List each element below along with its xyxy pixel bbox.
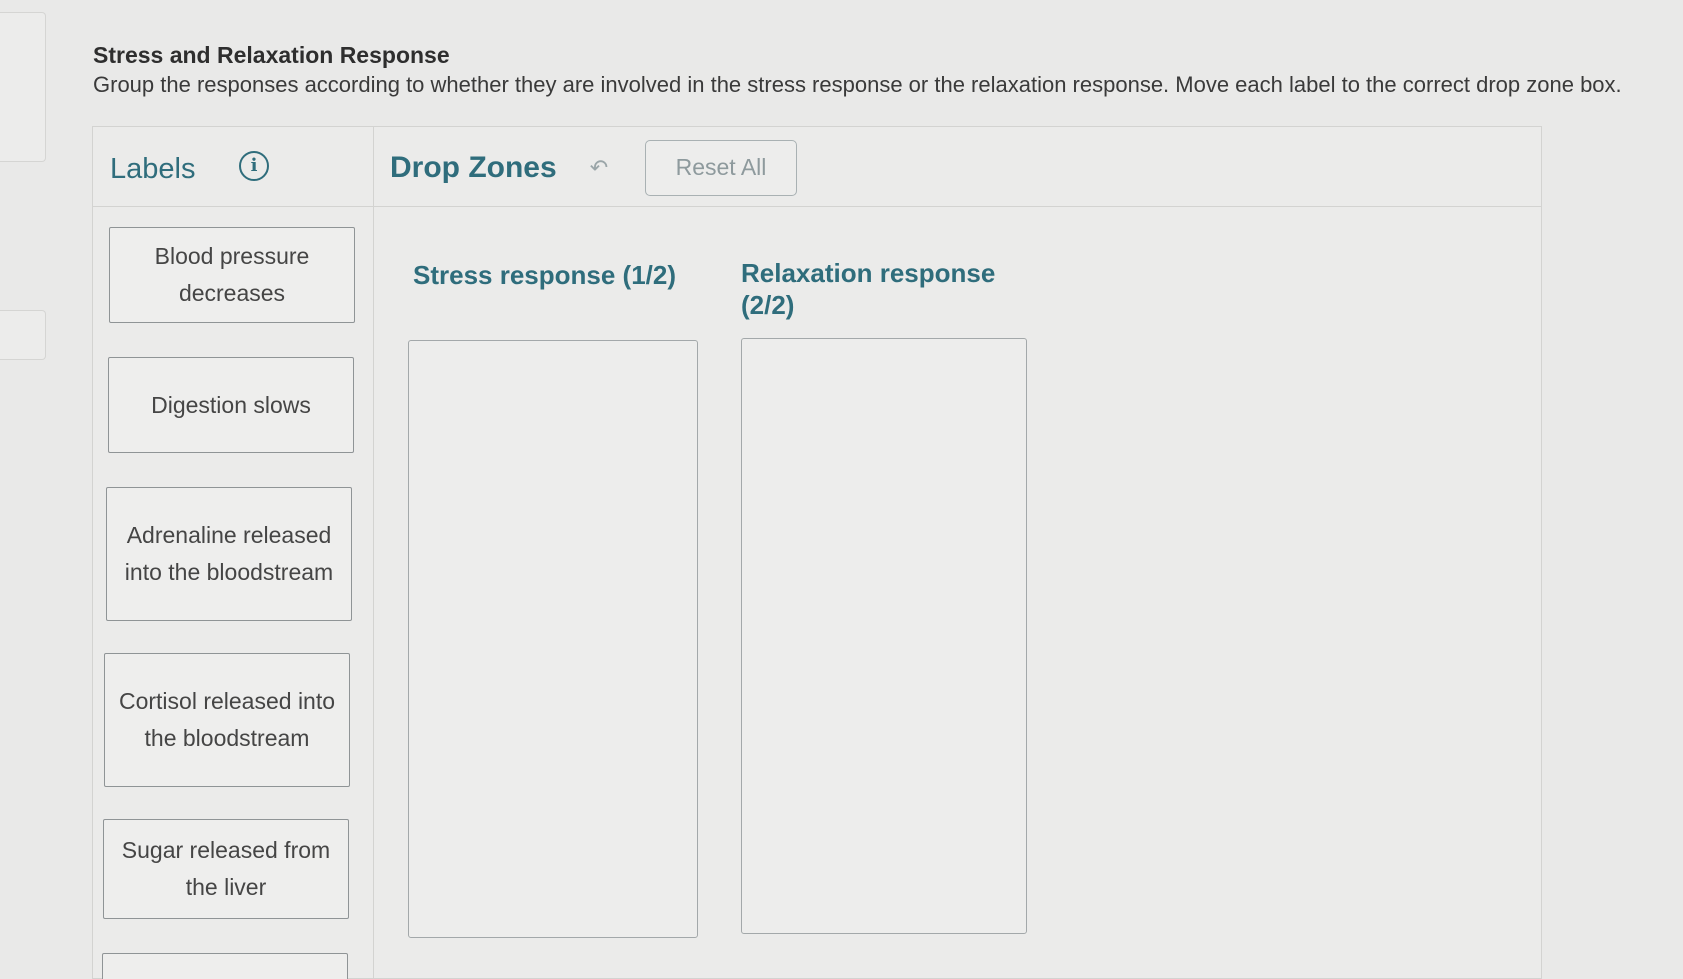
labels-heading: Labels — [110, 153, 196, 185]
question-title: Stress and Relaxation Response — [93, 42, 450, 68]
label-card-text: Sugar released from the liver — [121, 837, 331, 900]
edge-tab — [0, 310, 46, 360]
label-card[interactable]: Digestion slows — [108, 357, 354, 453]
relaxation-drop-zone[interactable] — [741, 338, 1027, 934]
label-card-text: Digestion slows — [151, 391, 311, 418]
label-card-text: Blood pressure decreases — [154, 243, 310, 306]
dropzones-heading: Drop Zones — [390, 151, 557, 184]
undo-arrow-icon[interactable]: ↶ — [585, 155, 613, 181]
relaxation-zone-title: Relaxation response (2/2) — [741, 258, 996, 320]
info-icon[interactable]: i — [239, 151, 269, 181]
question-instructions: Group the responses according to whether… — [93, 72, 1622, 97]
drag-drop-panel: Labels i Drop Zones ↶ Reset All Blood pr… — [92, 126, 1542, 979]
stress-zone-title: Stress response (1/2) — [413, 260, 677, 290]
label-card-text: Adrenaline released into the bloodstream — [124, 522, 334, 585]
label-card[interactable]: Blood pressure decreases — [109, 227, 355, 323]
reset-all-button[interactable]: Reset All — [645, 140, 797, 196]
page: Stress and Relaxation Response Group the… — [0, 0, 1683, 979]
stress-drop-zone[interactable] — [408, 340, 698, 938]
label-card-text: Cortisol released into the bloodstream — [118, 688, 336, 751]
panel-header: Labels i Drop Zones ↶ Reset All — [93, 127, 1541, 207]
label-card[interactable]: Cortisol released into the bloodstream — [104, 653, 350, 787]
label-card[interactable]: Sugar released from the liver — [103, 819, 349, 919]
labels-column-divider — [373, 127, 374, 978]
label-card[interactable] — [102, 953, 348, 979]
label-card[interactable]: Adrenaline released into the bloodstream — [106, 487, 352, 621]
edge-tab — [0, 12, 46, 162]
